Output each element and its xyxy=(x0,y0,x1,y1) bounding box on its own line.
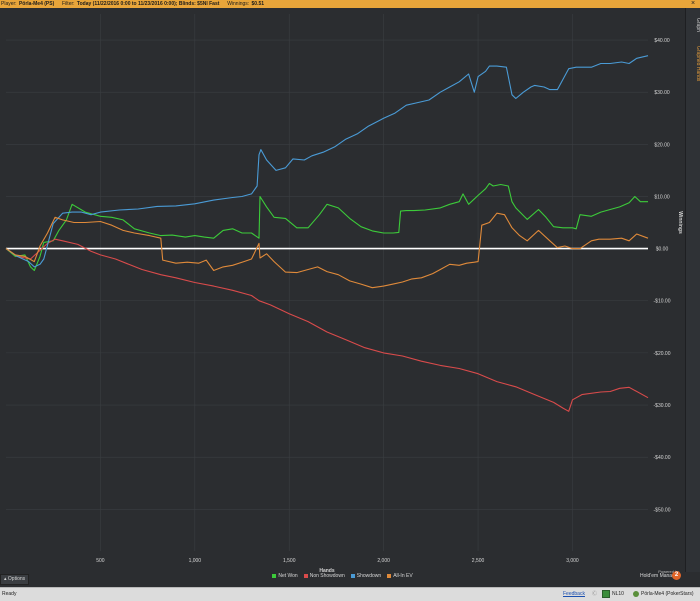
y-tick-label: -$40.00 xyxy=(654,455,671,461)
legend-item[interactable]: Non Showdown xyxy=(303,572,345,580)
winnings-value: $0.51 xyxy=(251,1,265,7)
x-tick-label: 2,000 xyxy=(377,558,390,564)
y-tick-label: -$50.00 xyxy=(654,507,671,513)
legend-label: All-In EV xyxy=(393,573,413,579)
legend-item[interactable]: All-In EV xyxy=(387,572,413,580)
right-sidebar: Graph Graphed Hands xyxy=(685,8,700,572)
feedback-link[interactable]: Feedback xyxy=(563,588,585,601)
filter-label: Filter: xyxy=(62,1,75,7)
player-value[interactable]: Pörla-Me4 (PS) xyxy=(18,1,54,7)
x-tick-label: 1,500 xyxy=(283,558,296,564)
plot-background xyxy=(0,8,685,572)
legend-item[interactable]: Net Won xyxy=(272,572,298,580)
hm2-logo-icon: 2 xyxy=(672,571,681,580)
legend-swatch xyxy=(272,573,277,578)
status-ready: Ready xyxy=(2,591,17,597)
options-label: Options xyxy=(7,576,26,582)
y-tick-label: $30.00 xyxy=(654,90,670,96)
player-icon xyxy=(633,590,639,597)
winnings-label: Winnings: xyxy=(227,1,250,7)
status-player: Pörla-Me4 (PokerStars) xyxy=(633,588,694,601)
filter-header-bar: Player: Pörla-Me4 (PS) Filter: Today (11… xyxy=(0,0,700,8)
y-tick-label: $20.00 xyxy=(654,142,670,148)
tab-graphed-hands[interactable]: Graphed Hands xyxy=(686,46,700,81)
winnings-chart: 500 1,000 1,500 2,000 2,500 3,000 $40.00 $30.00… xyxy=(0,8,685,572)
x-tick-label: 1,000 xyxy=(189,558,202,564)
legend-label: Showdown xyxy=(356,573,382,579)
chevron-up-icon: ▴ xyxy=(4,576,7,582)
legend-label: Non Showdown xyxy=(309,573,345,579)
status-player-label: Pörla-Me4 (PokerStars) xyxy=(641,591,694,597)
close-icon[interactable]: × xyxy=(688,0,697,8)
x-tick-label: 500 xyxy=(96,558,105,564)
y-tick-label: -$30.00 xyxy=(654,403,671,409)
chart-area: 500 1,000 1,500 2,000 2,500 3,000 $40.00 $30.00… xyxy=(0,8,685,572)
y-tick-label: $0.00 xyxy=(656,247,669,253)
y-tick-label: -$20.00 xyxy=(654,351,671,357)
y-tick-label: -$10.00 xyxy=(654,299,671,305)
y-tick-label: $40.00 xyxy=(654,38,670,44)
legend-item[interactable]: Showdown xyxy=(350,572,382,580)
tab-graph[interactable]: Graph xyxy=(686,18,700,32)
separator-icon: Ⓒ xyxy=(592,591,598,597)
status-table: NL10 xyxy=(602,588,624,601)
status-bar: Ready Feedback Ⓒ NL10 Pörla-Me4 (PokerSt… xyxy=(0,587,700,601)
filter-value[interactable]: Today (11/22/2016 0:00 to 11/23/2016 0:0… xyxy=(76,1,219,7)
options-button[interactable]: ▴ Options xyxy=(0,574,30,585)
legend-swatch xyxy=(303,573,308,578)
y-tick-label: $10.00 xyxy=(654,194,670,200)
table-icon xyxy=(602,589,610,598)
legend-label: Net Won xyxy=(278,573,298,579)
x-tick-label: 2,500 xyxy=(472,558,485,564)
legend: Net Won Non Showdown Showdown All-In EV xyxy=(0,572,685,580)
legend-swatch xyxy=(387,573,392,578)
legend-swatch xyxy=(350,573,355,578)
x-tick-label: 3,000 xyxy=(566,558,579,564)
status-table-label: NL10 xyxy=(612,591,624,597)
player-label: Player: xyxy=(1,1,17,7)
y-axis-label: Winnings xyxy=(677,211,683,234)
